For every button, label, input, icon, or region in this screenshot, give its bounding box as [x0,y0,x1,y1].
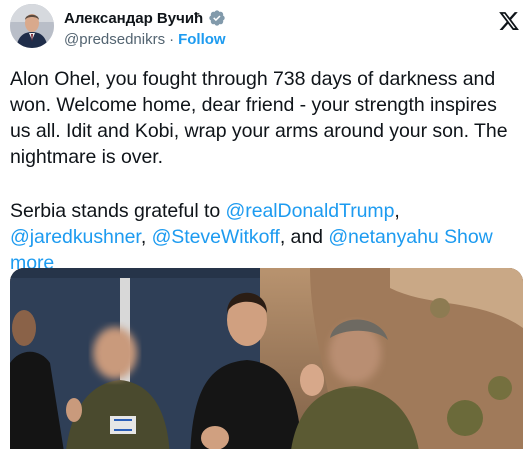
mention-separator: , [140,226,152,248]
follow-button[interactable]: Follow [178,31,226,48]
mention-netanyahu[interactable]: @netanyahu [328,226,438,248]
mention-separator: , and [279,226,329,248]
tweet-paragraph-1: Alon Ohel, you fought through 738 days o… [10,68,508,168]
author-name-row: Александар Вучић [64,9,226,27]
tweet-photo[interactable] [10,268,523,449]
avatar[interactable] [10,4,54,48]
paragraph-2-prefix: Serbia stands grateful to [10,200,226,222]
verified-badge-icon [208,9,226,27]
author-display-name[interactable]: Александар Вучић [64,10,203,27]
x-logo-icon[interactable] [498,10,520,32]
tweet-card: Александар Вучић @predsednikrs · Follow … [0,0,530,449]
mention-realdonaldtrump[interactable]: @realDonaldTrump [226,200,395,222]
mention-separator: , [394,200,400,222]
mention-jaredkushner[interactable]: @jaredkushner [10,226,141,248]
tweet-body: Alon Ohel, you fought through 738 days o… [10,66,510,276]
tweet-paragraph-2: Serbia stands grateful to @realDonaldTru… [10,198,510,276]
handle-separator: · [169,31,175,48]
author-handle[interactable]: @predsednikrs [64,31,165,48]
mention-stevewitkoff[interactable]: @SteveWitkoff [152,226,280,248]
author-handle-row: @predsednikrs · Follow [64,31,226,48]
